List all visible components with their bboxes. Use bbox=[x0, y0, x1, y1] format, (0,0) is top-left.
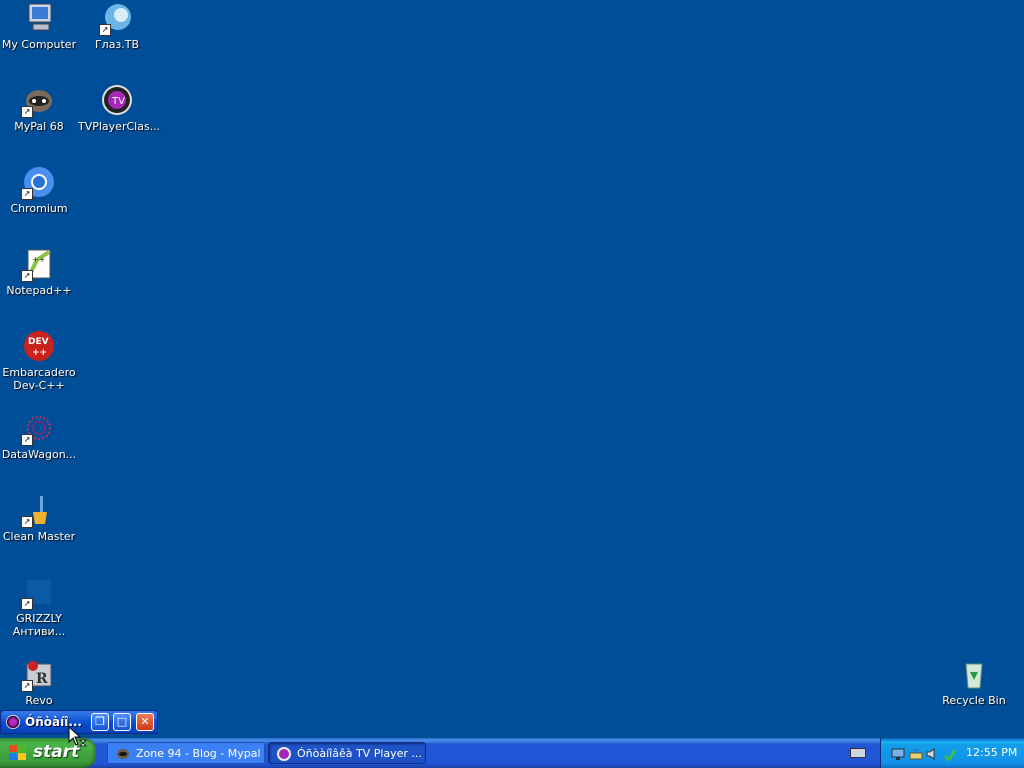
taskbar-button-label: Óñòàíîâêà TV Player ... bbox=[297, 747, 422, 760]
shortcut-arrow-icon: ↗ bbox=[21, 188, 33, 200]
mypal-icon bbox=[116, 747, 130, 761]
shortcut-arrow-icon: ↗ bbox=[21, 106, 33, 118]
restore-button[interactable]: ❐ bbox=[91, 713, 109, 731]
desktop-icon-grizzly[interactable]: ↗ GRIZZLY Антиви... bbox=[0, 576, 78, 638]
network-icon[interactable] bbox=[891, 746, 905, 760]
shortcut-arrow-icon: ↗ bbox=[21, 516, 33, 528]
icon-label: DataWagon... bbox=[1, 448, 77, 461]
icon-label: Глаз.ТВ bbox=[94, 38, 140, 51]
icon-label: GRIZZLY Антиви... bbox=[12, 612, 66, 638]
chromium-icon: ↗ bbox=[21, 166, 55, 200]
icon-label: Recycle Bin bbox=[942, 694, 1006, 707]
desktop-icon-mypal[interactable]: ↗ MyPal 68 bbox=[0, 84, 78, 133]
desktop-icon-glaz-tv[interactable]: ↗ Глаз.ТВ bbox=[78, 2, 156, 51]
svg-text:R: R bbox=[36, 671, 48, 687]
shortcut-arrow-icon: ↗ bbox=[21, 680, 33, 692]
icon-label: My Computer bbox=[1, 38, 77, 51]
desktop-icon-notepadpp[interactable]: ++ ↗ Notepad++ bbox=[0, 248, 78, 297]
shortcut-arrow-icon: ↗ bbox=[21, 270, 33, 282]
shortcut-arrow-icon: ↗ bbox=[21, 434, 33, 446]
svg-text:++: ++ bbox=[32, 255, 45, 264]
clean-master-icon: ↗ bbox=[21, 494, 55, 528]
desktop-icon-clean-master[interactable]: ↗ Clean Master bbox=[0, 494, 78, 543]
icon-label: Clean Master bbox=[2, 530, 76, 543]
desktop-icon-revo[interactable]: R ↗ Revo bbox=[0, 658, 78, 707]
desktop-icon-tvplayer[interactable]: TV TVPlayerClas... bbox=[78, 84, 161, 133]
revo-icon: R ↗ bbox=[21, 658, 55, 692]
volume-icon[interactable] bbox=[925, 746, 939, 760]
shortcut-arrow-icon: ↗ bbox=[21, 598, 33, 610]
maximize-button[interactable]: □ bbox=[113, 713, 131, 731]
glaz-tv-icon: ↗ bbox=[99, 2, 133, 36]
taskbar: start Zone 94 - Blog - Mypal Óñòàíîâêà T… bbox=[0, 738, 1024, 768]
system-tray: 12:55 PM bbox=[880, 738, 1024, 768]
desktop-icon-my-computer[interactable]: My Computer bbox=[0, 2, 78, 51]
desktop-icon-recycle-bin[interactable]: Recycle Bin bbox=[935, 658, 1013, 707]
my-computer-icon bbox=[23, 2, 55, 34]
svg-text:++: ++ bbox=[32, 348, 47, 358]
desktop-icon-datawagon[interactable]: ↗ DataWagon... bbox=[0, 412, 78, 461]
taskbar-button-label: Zone 94 - Blog - Mypal bbox=[136, 747, 261, 760]
icon-label: MyPal 68 bbox=[14, 120, 64, 133]
close-button[interactable]: ✕ bbox=[136, 713, 154, 731]
update-icon[interactable] bbox=[943, 746, 957, 763]
taskbar-button-tvplayer[interactable]: Óñòàíîâêà TV Player ... bbox=[268, 742, 426, 764]
taskbar-button-mypal[interactable]: Zone 94 - Blog - Mypal bbox=[107, 742, 265, 764]
windows-flag-icon bbox=[9, 745, 27, 761]
datawagon-icon: ↗ bbox=[21, 412, 55, 446]
grizzly-icon: ↗ bbox=[21, 576, 55, 610]
devcpp-icon: DEV ++ bbox=[23, 330, 55, 362]
icon-label: Notepad++ bbox=[6, 284, 72, 297]
desktop-icon-chromium[interactable]: ↗ Chromium bbox=[0, 166, 78, 215]
icon-label: Revo bbox=[25, 694, 53, 707]
tvplayer-icon bbox=[6, 715, 20, 729]
icon-label: Embarcadero Dev-C++ bbox=[2, 366, 76, 392]
desktop[interactable]: My Computer ↗ Глаз.ТВ ↗ MyPal 68 TV TVPl… bbox=[0, 0, 1024, 738]
svg-text:TV: TV bbox=[111, 96, 125, 107]
safely-remove-hardware-icon[interactable] bbox=[909, 746, 923, 760]
tvplayer-icon bbox=[277, 747, 291, 761]
shortcut-arrow-icon: ↗ bbox=[99, 24, 111, 36]
mypal-icon: ↗ bbox=[21, 84, 55, 118]
recycle-bin-icon bbox=[958, 658, 990, 690]
svg-text:DEV: DEV bbox=[28, 337, 49, 347]
icon-label: Chromium bbox=[10, 202, 68, 215]
mouse-cursor-icon bbox=[68, 725, 88, 752]
tvplayer-icon: TV bbox=[101, 84, 133, 116]
desktop-icon-devcpp[interactable]: DEV ++ Embarcadero Dev-C++ bbox=[0, 330, 78, 392]
icon-label: TVPlayerClas... bbox=[78, 120, 161, 133]
keyboard-icon[interactable] bbox=[850, 748, 866, 758]
notepadpp-icon: ++ ↗ bbox=[21, 248, 55, 282]
clock[interactable]: 12:55 PM bbox=[966, 746, 1017, 759]
